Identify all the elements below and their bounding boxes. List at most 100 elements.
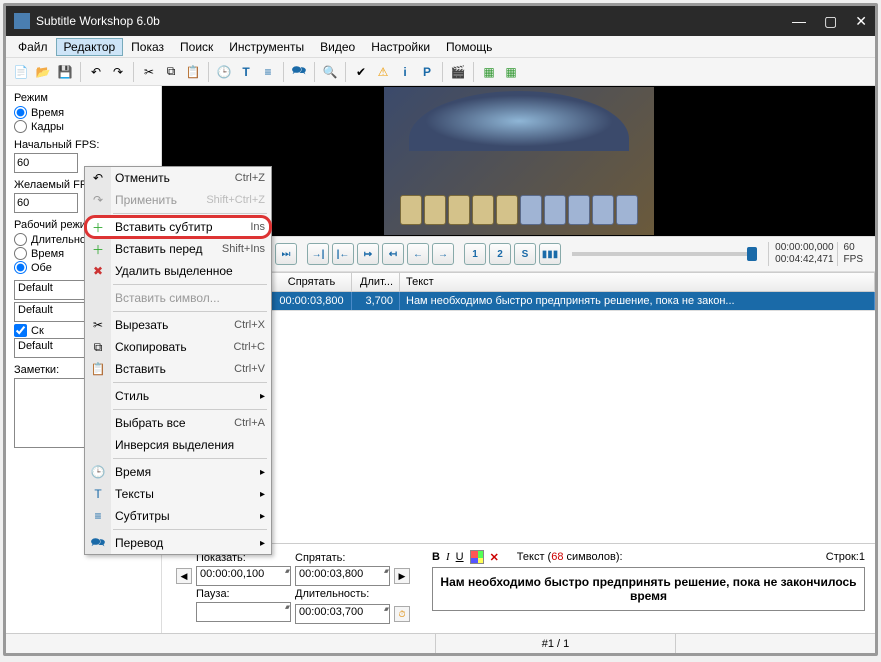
cut-icon[interactable]: ✂ [140,63,158,81]
underline-button[interactable]: U [456,551,464,563]
set-start-button[interactable]: →| [307,243,329,265]
sub-icon[interactable]: ≡ [259,63,277,81]
text-icon[interactable]: T [237,63,255,81]
menubar: Файл Редактор Показ Поиск Инструменты Ви… [6,36,875,58]
open-icon[interactable]: 📂 [34,63,52,81]
separator [442,62,443,82]
menu-item[interactable]: ≡Субтитры▸ [85,505,271,527]
menu-item[interactable]: ＋Вставить передShift+Ins [85,238,271,260]
text-count-label: Текст (68 символов): [517,551,623,563]
menu-item[interactable]: ⧉СкопироватьCtrl+C [85,336,271,358]
editor-menu-dropdown: ↶ОтменитьCtrl+Z↷ПрименитьShift+Ctrl+Z ＋Вс… [84,166,272,555]
p-icon[interactable]: P [418,63,436,81]
mode-frames-radio[interactable]: Кадры [14,120,153,133]
statusbar: #1 / 1 [6,633,875,653]
mode-time-radio[interactable]: Время [14,106,153,119]
jump-back-button[interactable]: ← [407,243,429,265]
forward-button[interactable]: ⏭ [275,243,297,265]
copy-icon[interactable]: ⧉ [162,63,180,81]
menu-help[interactable]: Помощь [438,38,500,56]
clock-button[interactable]: ⏱ [394,606,410,622]
menu-item[interactable]: 🗪Перевод▸ [85,532,271,554]
titlebar: Subtitle Workshop 6.0b — ▢ ✕ [6,6,875,36]
menu-item[interactable]: ✂ВырезатьCtrl+X [85,314,271,336]
start-fps-input[interactable] [14,153,78,173]
volume-button[interactable]: ▮▮▮ [539,243,561,265]
app-window: Subtitle Workshop 6.0b — ▢ ✕ Файл Редакт… [3,3,878,656]
menu-view[interactable]: Показ [123,38,172,56]
redo-icon[interactable]: ↷ [109,63,127,81]
hide-label: Спрятать: [295,552,345,564]
menu-item[interactable]: Инверсия выделения [85,434,271,456]
show-time-input[interactable]: 00:00:00,100 [196,566,291,586]
info-icon[interactable]: i [396,63,414,81]
lines-label: Строк:1 [826,551,865,563]
time-display: 00:00:00,000 00:04:42,471 [768,242,833,266]
menu-video[interactable]: Видео [312,38,363,56]
prev-sub-button[interactable]: ◀ [176,568,192,584]
color-button[interactable] [470,550,484,564]
toolbar: 📄 📂 💾 ↶ ↷ ✂ ⧉ 📋 🕒 T ≡ 🗪 🔍 ✔ ⚠ i P 🎬 ▦ ▦ [6,58,875,86]
bottom-editor: Показать: Спрятать: ◀ 00:00:00,100 00:00… [162,543,875,633]
movie-icon[interactable]: 🎬 [449,63,467,81]
two-button[interactable]: 2 [489,243,511,265]
one-button[interactable]: 1 [464,243,486,265]
pause-input[interactable] [196,602,291,622]
close-button[interactable]: ✕ [855,13,867,30]
mark-in-button[interactable]: ↦ [357,243,379,265]
duration-label: Длительность: [295,588,369,600]
subtitle-text-input[interactable]: Нам необходимо быстро предпринять решени… [432,567,865,611]
menu-tools[interactable]: Инструменты [221,38,312,56]
menu-item[interactable]: Стиль▸ [85,385,271,407]
separator [283,62,284,82]
toggle2-icon[interactable]: ▦ [502,63,520,81]
jump-fwd-button[interactable]: → [432,243,454,265]
separator [208,62,209,82]
menu-search[interactable]: Поиск [172,38,221,56]
s-button[interactable]: S [514,243,536,265]
menu-item[interactable]: ＋Вставить субтитрIns [85,216,271,238]
menu-item[interactable]: Выбрать всеCtrl+A [85,412,271,434]
search-icon[interactable]: 🔍 [321,63,339,81]
paste-icon[interactable]: 📋 [184,63,202,81]
menu-item[interactable]: 📋ВставитьCtrl+V [85,358,271,380]
col-dur[interactable]: Длит... [352,273,400,291]
col-text[interactable]: Текст [400,273,875,291]
menu-item[interactable]: ✖Удалить выделенное [85,260,271,282]
menu-settings[interactable]: Настройки [363,38,438,56]
spellcheck-icon[interactable]: ✔ [352,63,370,81]
menu-item: Вставить символ... [85,287,271,309]
menu-item[interactable]: TТексты▸ [85,483,271,505]
window-title: Subtitle Workshop 6.0b [36,14,792,28]
menu-file[interactable]: Файл [10,38,56,56]
undo-icon[interactable]: ↶ [87,63,105,81]
translate-icon[interactable]: 🗪 [290,63,308,81]
col-hide[interactable]: Спрятать [272,273,352,291]
italic-button[interactable]: I [446,551,450,563]
maximize-button[interactable]: ▢ [824,13,837,30]
hide-time-input[interactable]: 00:00:03,800 [295,566,390,586]
next-sub-button[interactable]: ▶ [394,568,410,584]
separator [133,62,134,82]
menu-item: ↷ПрименитьShift+Ctrl+Z [85,189,271,211]
menu-item[interactable]: 🕒Время▸ [85,461,271,483]
toggle1-icon[interactable]: ▦ [480,63,498,81]
duration-input[interactable]: 00:00:03,700 [295,604,390,624]
menu-item[interactable]: ↶ОтменитьCtrl+Z [85,167,271,189]
bold-button[interactable]: B [432,551,440,563]
menu-editor[interactable]: Редактор [56,38,124,56]
clear-fmt-button[interactable]: ✕ [490,551,499,564]
save-icon[interactable]: 💾 [56,63,74,81]
mark-out-button[interactable]: ↤ [382,243,404,265]
warning-icon[interactable]: ⚠ [374,63,392,81]
set-end-button[interactable]: |← [332,243,354,265]
separator [473,62,474,82]
target-fps-input[interactable] [14,193,78,213]
pause-label: Пауза: [196,588,230,600]
mode-label: Режим [14,92,153,104]
minimize-button[interactable]: — [792,13,806,30]
time-icon[interactable]: 🕒 [215,63,233,81]
new-icon[interactable]: 📄 [12,63,30,81]
separator [80,62,81,82]
seek-slider[interactable] [572,252,757,256]
